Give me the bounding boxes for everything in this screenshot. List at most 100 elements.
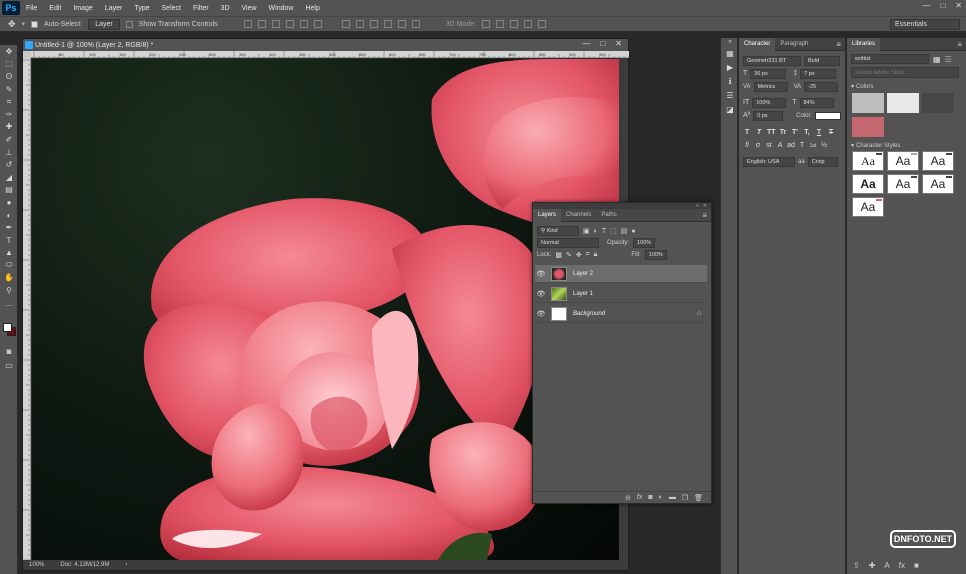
char-styles-chevron-icon[interactable]: ▾	[851, 142, 854, 149]
horizontal-scale-field[interactable]: 84%	[799, 97, 834, 108]
colors-chevron-icon[interactable]: ▾	[851, 83, 854, 90]
gradient-tool-icon[interactable]: ▤	[0, 184, 18, 197]
language-dropdown[interactable]: English: USA	[743, 156, 795, 167]
filter-smart-object-icon[interactable]: ▤	[621, 227, 628, 235]
menu-edit[interactable]: Edit	[43, 5, 67, 12]
distribute-top-icon[interactable]	[341, 20, 350, 28]
opacity-field[interactable]: 100%	[633, 238, 656, 248]
char-style-6[interactable]: Aa	[922, 174, 954, 194]
menu-help[interactable]: Help	[299, 5, 325, 12]
anti-alias-dropdown[interactable]: Crisp	[807, 156, 838, 167]
layers-close-icon[interactable]: ✕	[703, 203, 707, 209]
stylistic-alternates-icon[interactable]: ad	[787, 142, 795, 149]
history-brush-tool-icon[interactable]: ↺	[0, 158, 18, 171]
align-right-icon[interactable]	[313, 20, 322, 28]
horizontal-ruler[interactable]: 50 100 150 200 250 300 350 400 450 500 550 600 650 70…	[31, 51, 629, 58]
new-layer-icon[interactable]: ❐	[682, 494, 688, 502]
auto-select-dropdown[interactable]: Layer	[88, 18, 120, 30]
zoom-tool-icon[interactable]: ⚲	[0, 284, 18, 297]
screen-mode-icon[interactable]: ▭	[0, 359, 18, 372]
crop-tool-icon[interactable]: ⌗	[0, 95, 18, 108]
small-caps-icon[interactable]: Tr	[779, 129, 787, 136]
fx-icon[interactable]: fx	[637, 494, 642, 501]
3d-rotate-icon[interactable]	[482, 20, 491, 28]
align-bottom-icon[interactable]	[271, 20, 280, 28]
layer-name[interactable]: Background	[573, 311, 605, 317]
library-dropdown[interactable]: writtist	[851, 54, 929, 64]
transform-controls-checkbox[interactable]	[125, 20, 133, 28]
swash-icon[interactable]: A	[776, 142, 784, 149]
menu-filter[interactable]: Filter	[187, 5, 215, 12]
mask-icon[interactable]: ◙	[648, 494, 652, 501]
titling-alternates-icon[interactable]: T	[798, 142, 806, 149]
foreground-color-swatch[interactable]	[3, 323, 12, 332]
3d-roll-icon[interactable]	[496, 20, 505, 28]
path-select-tool-icon[interactable]: ▲	[0, 247, 18, 260]
maximize-button[interactable]: □	[940, 1, 945, 10]
align-left-icon[interactable]	[285, 20, 294, 28]
tab-character[interactable]: Character	[739, 37, 776, 51]
tool-preset-chevron-icon[interactable]: ▾	[22, 20, 26, 28]
lock-all-icon[interactable]: 🔒︎	[594, 251, 598, 259]
3d-scale-icon[interactable]	[538, 20, 547, 28]
layer-row-layer-1[interactable]: 👁︎ Layer 1	[535, 285, 707, 303]
panel-menu-icon[interactable]: ≡	[836, 40, 841, 49]
char-style-7[interactable]: Aa	[852, 197, 884, 217]
ruler-origin[interactable]	[23, 51, 31, 58]
leading-field[interactable]: 7 px	[800, 68, 837, 79]
font-family-dropdown[interactable]: Geometr231 BT	[743, 55, 801, 66]
distribute-center-icon[interactable]	[397, 20, 406, 28]
tracking-field[interactable]: -25	[804, 81, 839, 92]
menu-layer[interactable]: Layer	[99, 5, 129, 12]
subscript-icon[interactable]: T,	[803, 129, 811, 136]
hand-tool-icon[interactable]: ✋	[0, 272, 18, 285]
color-icon[interactable]: ■	[914, 561, 919, 570]
doc-minimize-button[interactable]: —	[582, 39, 590, 48]
faux-italic-icon[interactable]: T	[755, 129, 763, 136]
document-info[interactable]: Doc: 4.12M/12.9M	[60, 562, 109, 568]
adjustments-panel-icon[interactable]: ◪	[721, 102, 739, 116]
libraries-menu-icon[interactable]: ≡	[957, 40, 962, 49]
char-style-1[interactable]: Aa	[852, 151, 884, 171]
quick-mask-icon[interactable]: ◙	[0, 345, 18, 358]
library-color-3[interactable]	[922, 93, 954, 113]
library-color-2[interactable]	[887, 93, 919, 113]
visibility-eye-icon[interactable]: 👁︎	[535, 270, 547, 278]
filter-toggle-icon[interactable]: ●	[631, 228, 635, 235]
all-caps-icon[interactable]: TT	[767, 129, 776, 136]
lock-image-icon[interactable]: ✎	[566, 251, 572, 259]
filter-type-icon[interactable]: T	[602, 228, 606, 235]
layer-filter-dropdown[interactable]: ⚲ Kind	[537, 226, 579, 236]
font-style-dropdown[interactable]: Bold	[804, 55, 840, 66]
status-chevron-icon[interactable]: ›	[125, 562, 127, 568]
fractions-icon[interactable]: ½	[820, 142, 828, 149]
vertical-scale-field[interactable]: 100%	[752, 97, 787, 108]
eyedropper-tool-icon[interactable]: ✑	[0, 108, 18, 121]
filter-shape-icon[interactable]: ⬚	[610, 227, 617, 235]
font-size-field[interactable]: 36 px	[750, 68, 787, 79]
move-tool-icon[interactable]: ✥	[0, 45, 18, 58]
upload-icon[interactable]: ⇪	[853, 561, 860, 570]
blend-mode-dropdown[interactable]: Normal	[537, 238, 599, 248]
eraser-tool-icon[interactable]: ◢	[0, 171, 18, 184]
minimize-button[interactable]: —	[922, 1, 930, 10]
text-color-swatch[interactable]	[815, 111, 841, 120]
layers-menu-icon[interactable]: ≡	[702, 211, 707, 220]
library-color-1[interactable]	[852, 93, 884, 113]
distribute-left-icon[interactable]	[383, 20, 392, 28]
superscript-icon[interactable]: T'	[791, 129, 799, 136]
add-to-library-icon[interactable]: ✚	[869, 561, 876, 570]
char-style-4[interactable]: Aa	[852, 174, 884, 194]
baseline-shift-field[interactable]: 0 px	[753, 110, 784, 121]
3d-pan-icon[interactable]	[510, 20, 519, 28]
lasso-tool-icon[interactable]: ʘ	[0, 70, 18, 83]
discretionary-ligatures-icon[interactable]: st	[765, 142, 773, 149]
history-panel-icon[interactable]: ▦	[721, 46, 739, 60]
layer-row-background[interactable]: 👁︎ Background ⌂	[535, 305, 707, 323]
text-style-icon[interactable]: A	[884, 561, 889, 570]
layers-collapse-icon[interactable]: »	[696, 203, 699, 209]
marquee-tool-icon[interactable]: ⬚	[0, 58, 18, 71]
clone-stamp-tool-icon[interactable]: ⊥	[0, 146, 18, 159]
layer-name[interactable]: Layer 2	[573, 271, 593, 277]
menu-select[interactable]: Select	[156, 5, 187, 12]
